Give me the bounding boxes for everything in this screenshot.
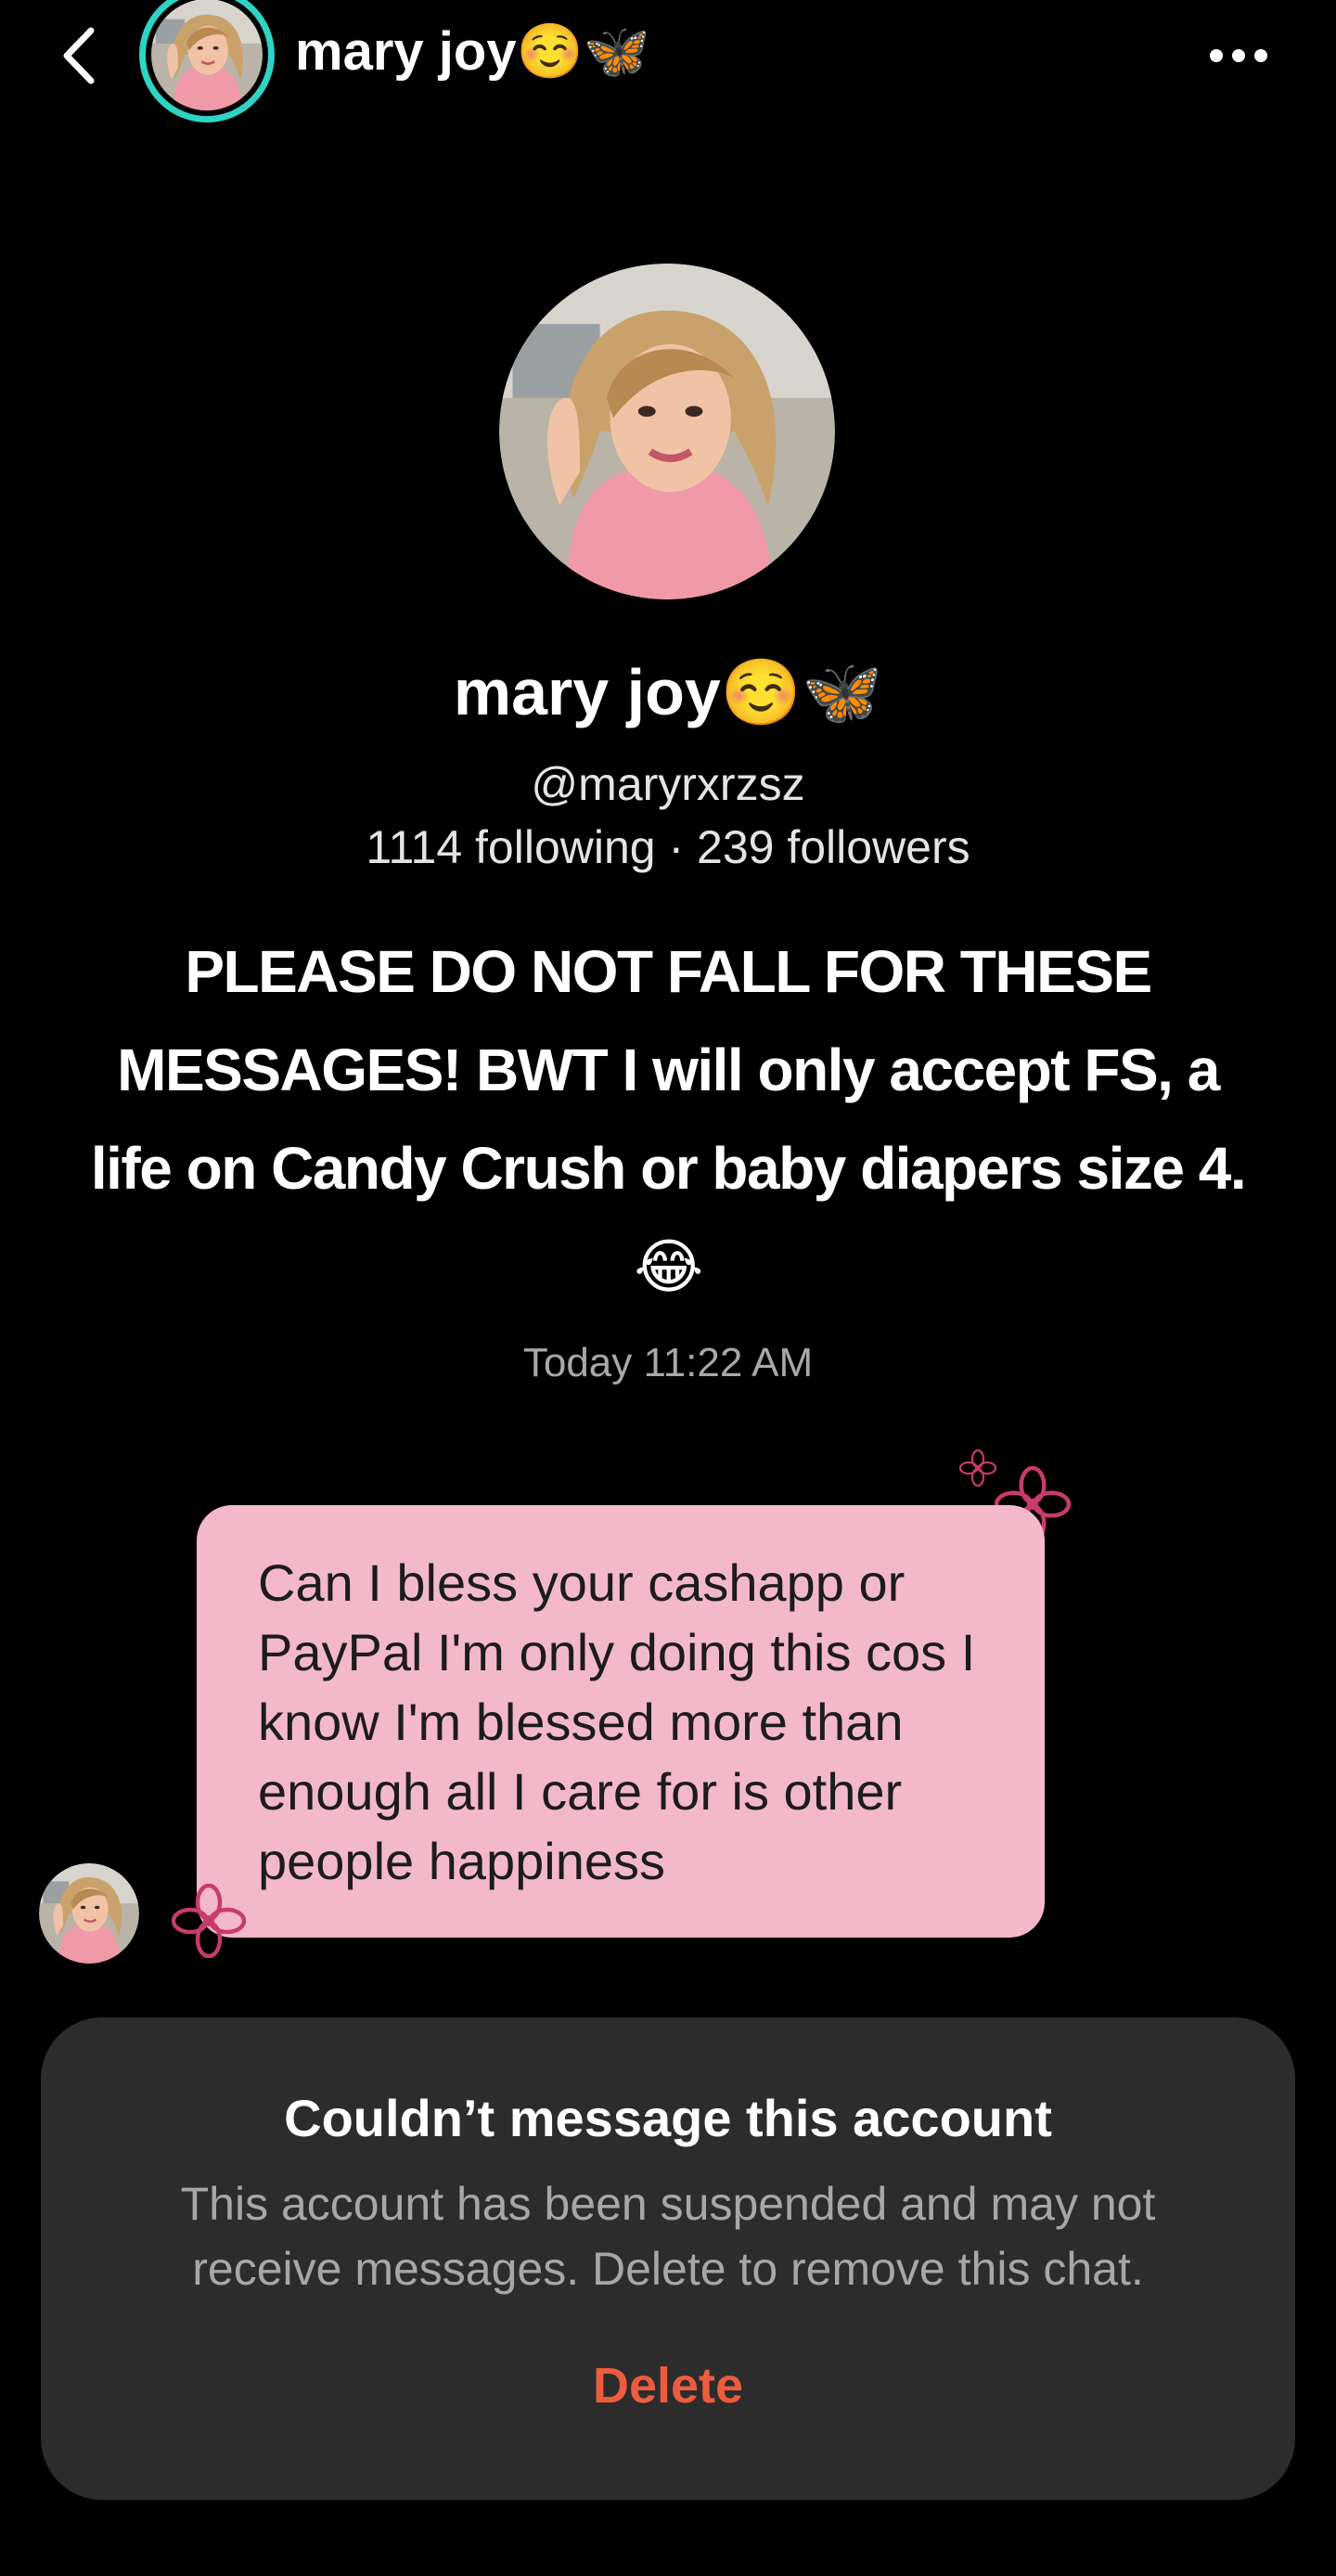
delete-chat-button[interactable]: Delete (41, 2357, 1295, 2415)
message-text: Can I bless your cashapp or PayPal I'm o… (197, 1505, 1045, 1938)
header-name[interactable]: mary joy☺️🦋 (295, 20, 650, 84)
header-avatar[interactable] (139, 0, 275, 122)
profile-handle: @maryrxrzsz (531, 758, 805, 810)
message-bubble[interactable]: Can I bless your cashapp or PayPal I'm o… (197, 1505, 1045, 1938)
profile-stats: 1114 following · 239 followers (366, 821, 970, 873)
sender-avatar[interactable] (39, 1863, 139, 1964)
profile-avatar[interactable] (499, 264, 835, 599)
more-options-button[interactable] (1197, 35, 1280, 76)
back-button[interactable] (50, 19, 106, 93)
suspended-account-notice: Couldn’t message this account This accou… (41, 2017, 1295, 2500)
profile-name: mary joy☺️🦋 (453, 656, 883, 728)
ellipsis-icon (1210, 49, 1223, 62)
notice-body: This account has been suspended and may … (180, 2178, 1156, 2295)
profile-bio: PLEASE DO NOT FALL FOR THESE MESSAGES! B… (90, 938, 1247, 1300)
message-timestamp: Today 11:22 AM (522, 1340, 814, 1385)
flower-icon (167, 1884, 250, 1958)
notice-title: Couldn’t message this account (284, 2089, 1052, 2147)
top-bar: mary joy☺️🦋 (0, 0, 1336, 122)
chevron-left-icon (63, 27, 95, 84)
